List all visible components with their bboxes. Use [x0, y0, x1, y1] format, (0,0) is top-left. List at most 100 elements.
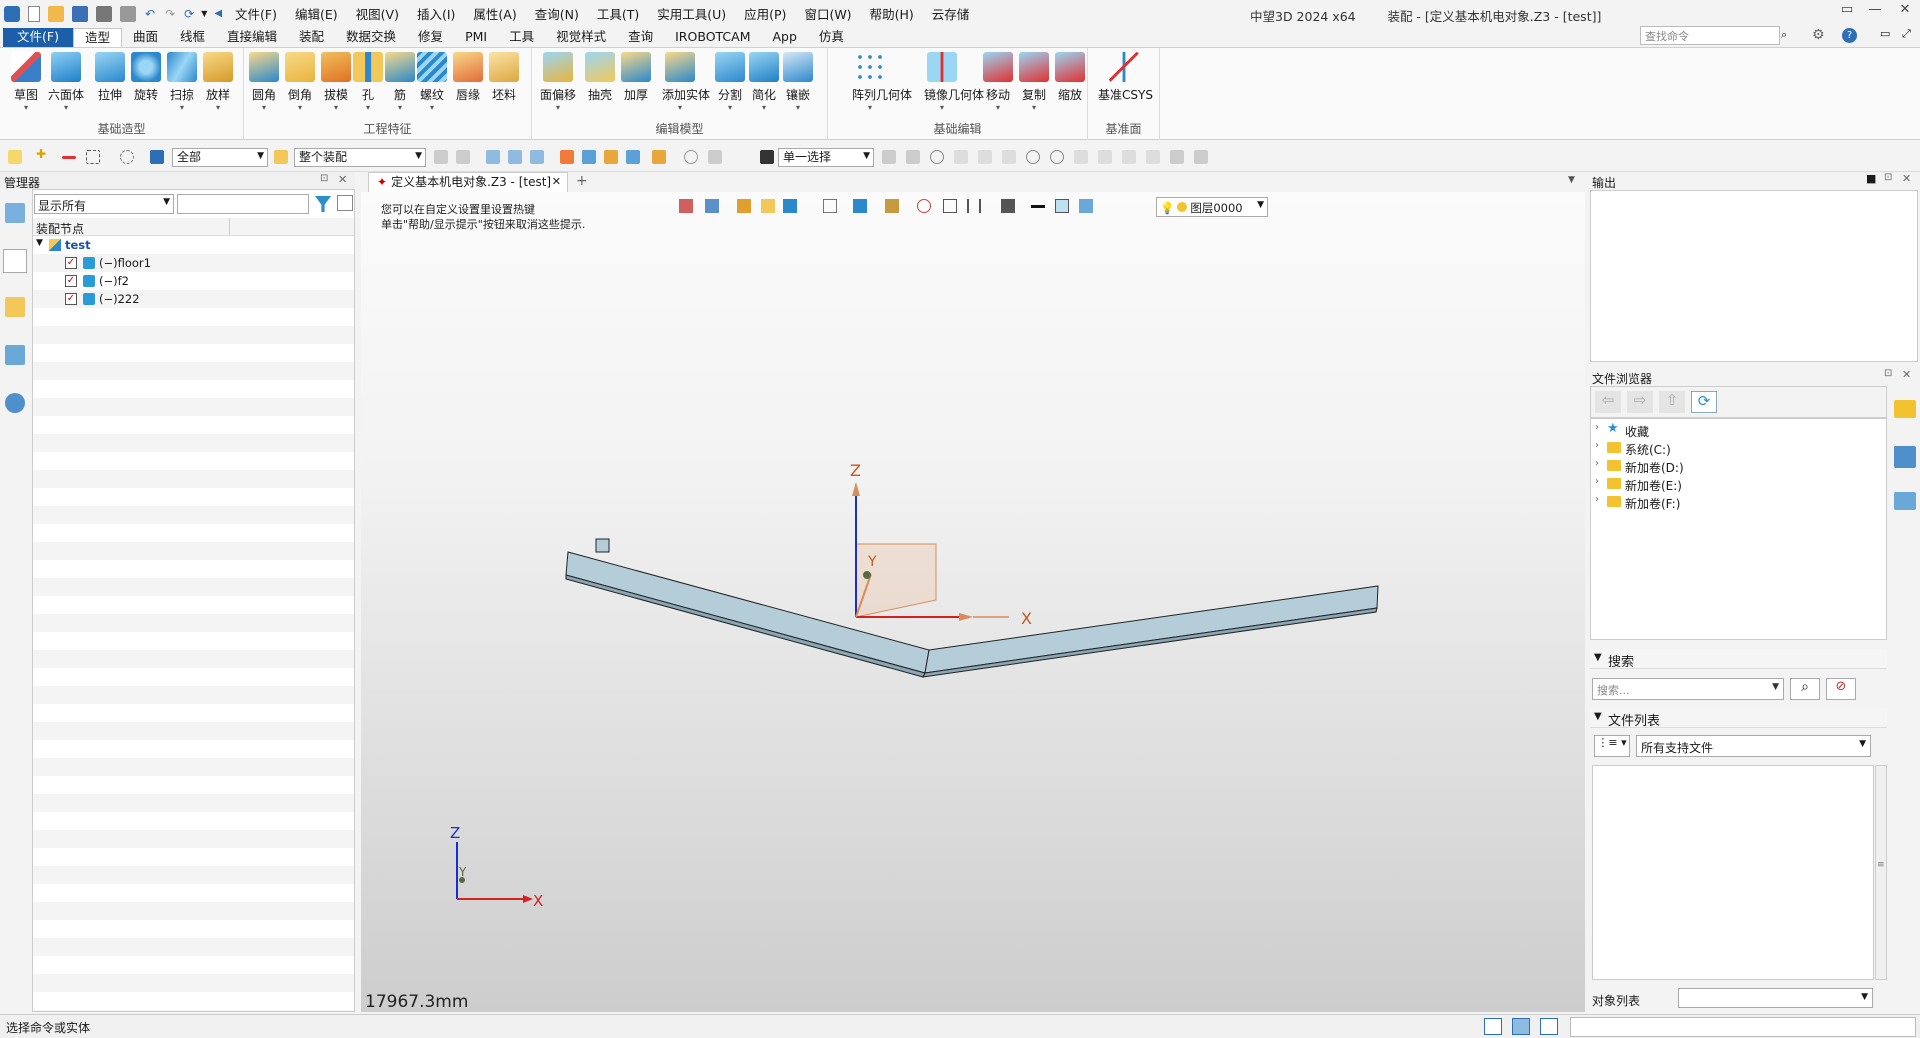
point-cloud-icon[interactable] — [954, 150, 968, 164]
new-file-icon[interactable] — [28, 5, 40, 22]
visibility-checkbox[interactable]: ✓ — [65, 275, 77, 287]
rib-button[interactable]: 筋 ▾ — [382, 52, 418, 113]
new-tab-icon[interactable]: + — [576, 173, 588, 189]
file-type-select[interactable]: 所有支持文件 ▼ — [1636, 735, 1871, 757]
scope-select[interactable]: 整个装配 ▼ — [294, 148, 426, 167]
tab-modeling[interactable]: 造型 — [72, 28, 122, 47]
object-list-select[interactable]: ▼ — [1678, 988, 1873, 1008]
loft-button[interactable]: 放样 ▾ — [200, 52, 236, 113]
copy-button[interactable]: 复制 ▾ — [1016, 52, 1052, 113]
hole-button[interactable]: 孔 ▾ — [350, 52, 386, 113]
filter-funnel-icon[interactable] — [150, 150, 164, 164]
tab-wireframe[interactable]: 线框 — [169, 28, 216, 47]
draft-button[interactable]: 拔模 ▾ — [318, 52, 354, 113]
tree-child-row[interactable]: ✓ (−)f2 — [33, 272, 354, 290]
tab-query[interactable]: 查询 — [617, 28, 664, 47]
close-button[interactable]: ✕ — [1890, 2, 1920, 24]
status-view-1-icon[interactable] — [1484, 1018, 1502, 1035]
tab-pmi[interactable]: PMI — [454, 28, 498, 47]
menu-insert[interactable]: 插入(I) — [417, 4, 455, 23]
favorites-row[interactable]: › ★ 收藏 — [1591, 421, 1886, 439]
materials-tab-icon[interactable] — [1894, 492, 1916, 510]
select-mode-select[interactable]: 单一选择 ▼ — [778, 148, 874, 167]
menu-edit[interactable]: 编辑(E) — [295, 4, 338, 23]
pin-icon[interactable] — [708, 150, 722, 164]
surface-icon[interactable] — [1170, 150, 1184, 164]
tab-tools[interactable]: 工具 — [498, 28, 545, 47]
expand-chevron-icon[interactable]: › — [1595, 458, 1599, 469]
redo-icon[interactable]: ↷ — [165, 7, 175, 21]
snap-8-icon[interactable] — [652, 150, 666, 164]
snap-2-icon[interactable] — [508, 150, 522, 164]
small-cube-part[interactable] — [595, 538, 610, 553]
file-browser-tab-icon[interactable] — [1894, 400, 1916, 418]
tree-expand-icon[interactable]: ▼ — [36, 238, 43, 248]
manager-close-icon[interactable]: ✕ — [338, 173, 347, 186]
user-icon[interactable] — [5, 393, 25, 413]
minimize-ribbon-icon[interactable]: ▭ — [1880, 27, 1890, 40]
split-button[interactable]: 分割 ▾ — [712, 52, 748, 113]
tab-simulation[interactable]: 仿真 — [808, 28, 855, 47]
manager-filter-icon[interactable] — [315, 196, 331, 212]
open-folder-icon[interactable] — [48, 5, 64, 22]
expand-chevron-icon[interactable]: › — [1595, 494, 1599, 505]
circle-icon[interactable] — [1026, 150, 1040, 164]
file-search-button[interactable]: ⌕ — [1790, 678, 1820, 700]
drive-row[interactable]: › 新加卷(E:) — [1591, 475, 1886, 493]
remove-filter-icon[interactable] — [62, 156, 76, 159]
align-icon[interactable] — [434, 150, 448, 164]
output-close-icon[interactable]: ✕ — [1902, 172, 1911, 185]
print-small-icon[interactable] — [456, 150, 470, 164]
drive-row[interactable]: › 新加卷(F:) — [1591, 493, 1886, 511]
expand-icon[interactable]: ⤢ — [1902, 27, 1911, 41]
output-pin-icon[interactable]: ■ — [1866, 172, 1876, 185]
snap-7-icon[interactable] — [626, 150, 640, 164]
chamfer-button[interactable]: 倒角 ▾ — [282, 52, 318, 113]
parts-icon[interactable] — [5, 297, 25, 317]
file-search-input[interactable]: 搜索... ▼ — [1592, 678, 1784, 700]
back-arrow-icon[interactable]: ⇦ — [1595, 391, 1621, 413]
grid-snap-icon[interactable] — [906, 150, 920, 164]
tab-app[interactable]: App — [762, 28, 808, 47]
search-section-header[interactable]: ▼ 搜索 — [1590, 649, 1887, 670]
shell-button[interactable]: 抽壳 — [582, 52, 618, 103]
move-button[interactable]: 移动 ▾ — [980, 52, 1016, 113]
collapse-icon[interactable]: ▼ — [1594, 652, 1602, 663]
menu-utilities[interactable]: 实用工具(U) — [657, 4, 726, 23]
file-browser-float-icon[interactable]: ⊡ — [1884, 368, 1892, 379]
collapse-arrow-icon[interactable]: ◀ — [214, 8, 222, 19]
minimize-button[interactable]: — — [1860, 2, 1890, 24]
tab-file[interactable]: 文件(F) — [3, 28, 73, 47]
expand-chevron-icon[interactable]: › — [1595, 440, 1599, 451]
snap-3-icon[interactable] — [530, 150, 544, 164]
assembly-scope-icon[interactable] — [274, 150, 288, 164]
trim-icon[interactable] — [1146, 150, 1160, 164]
manager-pin-icon[interactable]: ⊡ — [320, 173, 328, 184]
quick-access-dropdown-icon[interactable]: ▼ — [201, 9, 207, 18]
file-list-scrollbar[interactable]: ≡ — [1875, 765, 1887, 980]
model-canvas[interactable]: Z Y X Z Y X — [361, 192, 1585, 1012]
visibility-checkbox[interactable]: ✓ — [65, 293, 77, 305]
pick-arrow-icon[interactable] — [8, 150, 22, 164]
history-tree-icon[interactable] — [5, 203, 25, 223]
arc-icon[interactable] — [1122, 150, 1136, 164]
status-view-2-icon[interactable] — [1512, 1018, 1530, 1035]
tab-list-dropdown-icon[interactable]: ▼ — [1568, 175, 1575, 185]
datum-csys-button[interactable]: 基准CSYS — [1098, 52, 1153, 103]
manager-list-icon[interactable] — [337, 195, 353, 211]
drive-row[interactable]: › 新加卷(D:) — [1591, 457, 1886, 475]
refresh-folder-icon[interactable]: ⟳ — [1691, 391, 1717, 413]
drive-row[interactable]: › 系统(C:) — [1591, 439, 1886, 457]
thicken-button[interactable]: 加厚 — [618, 52, 654, 103]
clear-search-button[interactable]: ⊘ — [1826, 678, 1856, 700]
snap-1-icon[interactable] — [486, 150, 500, 164]
fillet-button[interactable]: 圆角 ▾ — [246, 52, 282, 113]
pattern-button[interactable]: 阵列几何体 ▾ — [852, 52, 912, 113]
manager-search-input[interactable] — [177, 194, 309, 214]
tree-child-row[interactable]: ✓ (−)222 — [33, 290, 354, 308]
cursor-icon[interactable] — [882, 150, 896, 164]
command-search-input[interactable]: 查找命令 — [1640, 26, 1780, 45]
search-icon[interactable]: ⌕ — [1781, 28, 1787, 42]
sketch-button[interactable]: 草图 ▾ — [8, 52, 44, 113]
expand-chevron-icon[interactable]: › — [1595, 476, 1599, 487]
